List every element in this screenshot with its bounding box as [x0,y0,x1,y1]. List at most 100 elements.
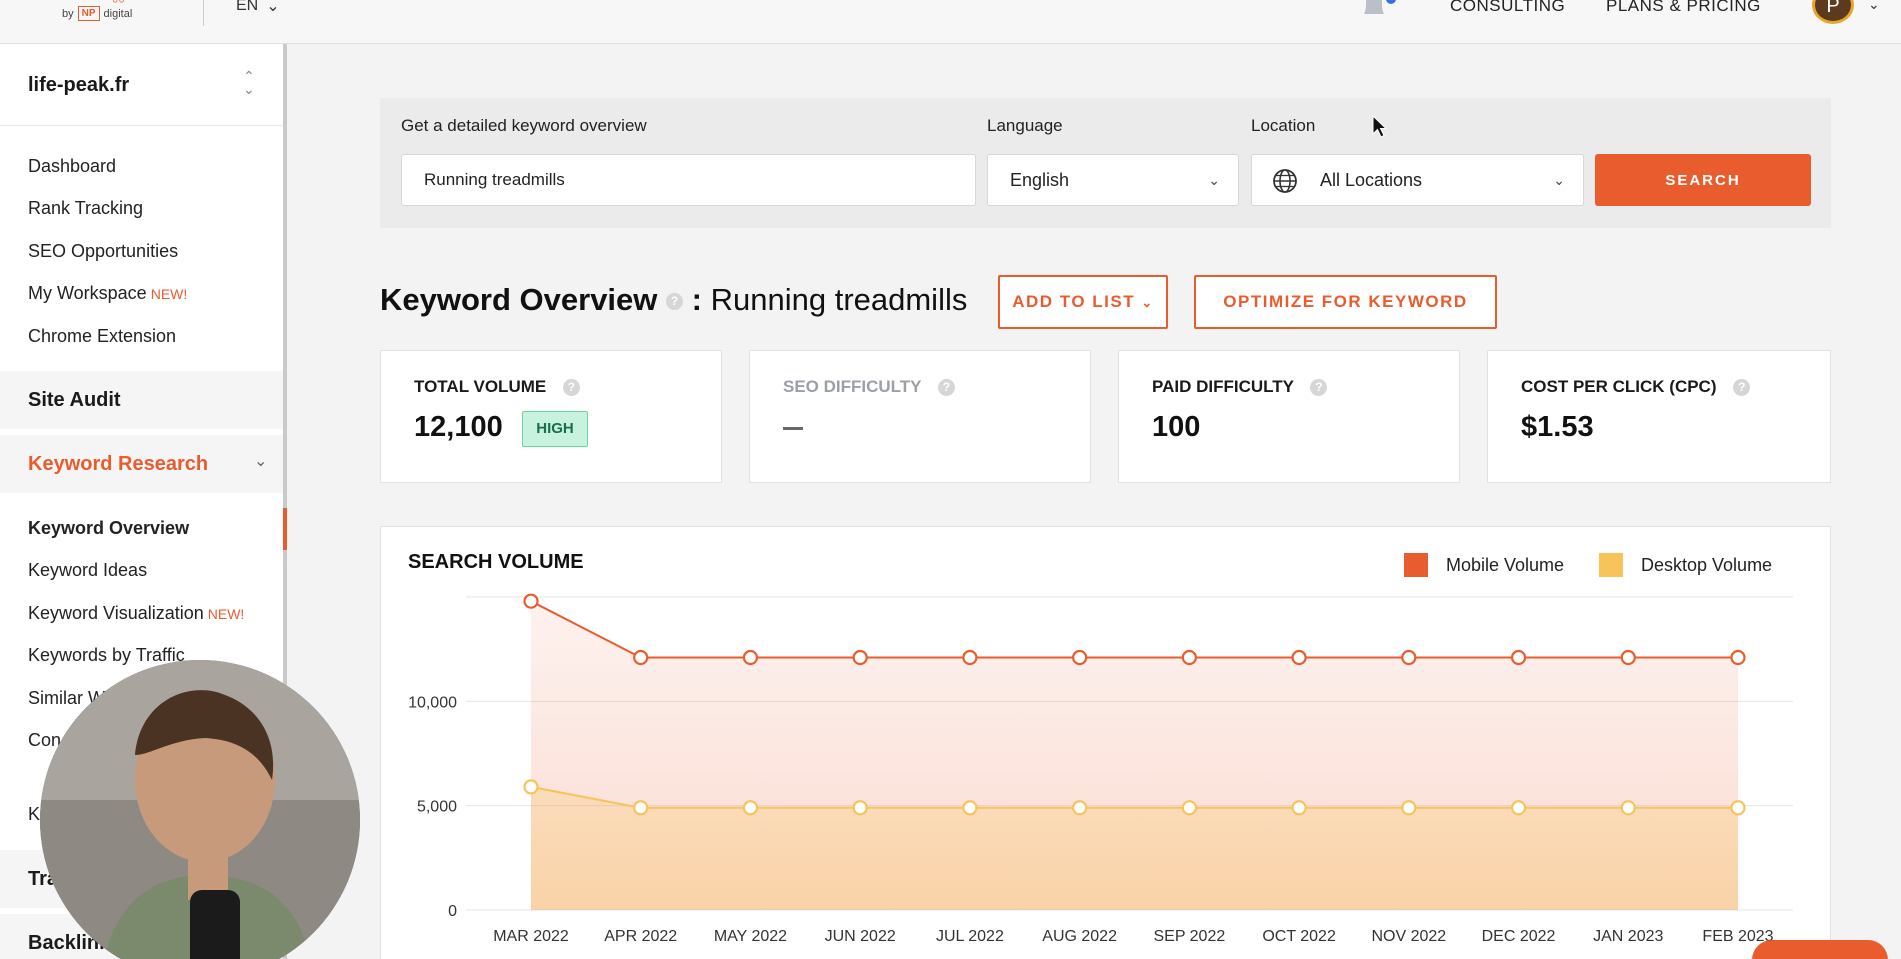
legend-label-desktop: Desktop Volume [1641,554,1773,575]
new-badge: NEW! [150,286,188,302]
keyword-input[interactable] [401,154,976,206]
chat-button[interactable] [1752,940,1888,959]
webcam-overlay [40,660,360,959]
help-icon[interactable]: ? [562,379,580,397]
data-point-mobile [1510,649,1527,666]
sidebar-item-label: Con [28,730,62,750]
sidebar-item-seo-opportunities[interactable]: SEO Opportunities [28,241,178,262]
help-icon[interactable]: ? [1310,379,1328,397]
metric-label: COST PER CLICK (CPC) ? [1521,377,1751,397]
location-select-value: All Locations [1320,170,1423,190]
data-point-mobile [1401,649,1417,666]
sidebar-item-label: Dashboard [28,156,117,176]
data-point-mobile [742,649,759,666]
data-point-mobile [523,593,539,609]
logo-by: by [62,7,74,20]
chevron-down-icon[interactable]: ⌄ [1868,0,1880,13]
keyword-search-panel: Get a detailed keyword overview Language… [380,98,1831,228]
keyword-input-label: Get a detailed keyword overview [401,116,647,135]
sidebar-item-dashboard[interactable]: Dashboard [28,156,116,177]
project-selector[interactable]: life-peak.fr ⌃ ⌄ [0,44,283,126]
legend-label-mobile: Mobile Volume [1446,554,1565,575]
chevron-down-icon: ⌄ [266,0,280,15]
data-point-desktop [1510,800,1527,816]
page-title: Keyword Overview ? : Running treadmills [380,282,967,318]
sidebar-item-keyword-ideas[interactable]: Keyword Ideas [28,560,147,581]
legend-swatch-desktop [1599,553,1623,577]
sidebar-item-k[interactable]: K [28,804,40,825]
help-icon[interactable]: ? [666,293,684,311]
x-tick-label: AUG 2022 [1042,928,1117,945]
search-button[interactable]: SEARCH [1595,154,1811,206]
sidebar-item-label: Rank Tracking [28,198,144,218]
location-select[interactable]: All Locations ⌄ [1251,154,1584,206]
sidebar-item-my-workspace[interactable]: My Workspace NEW! [28,283,187,304]
chevron-down-icon: ⌄ [1553,172,1565,188]
metric-label: SEO DIFFICULTY ? [783,377,955,397]
data-point-desktop [962,800,978,816]
chevron-down-icon: ⌄ [1208,172,1220,188]
chevron-down-icon[interactable]: ⌄ [254,451,267,471]
data-point-desktop [1620,800,1636,816]
help-icon[interactable]: ? [1733,379,1751,397]
sidebar-item-label: My Workspace [28,283,147,303]
keyword-research-label[interactable]: Keyword Research [28,453,208,476]
sidebar-item-keywords-by-traffic[interactable]: Keywords by Traffic [28,645,185,666]
data-point-mobile [962,649,978,666]
mouse-cursor-icon [1372,115,1388,138]
sidebar-item-label: Chrome Extension [28,326,177,346]
search-volume-card: 0 5,000 10,000 MAR 2022 APR 2022 MAY 2022 JUN … [380,526,1831,959]
legend-swatch-mobile [1404,553,1428,577]
data-point-mobile [1072,649,1088,666]
sidebar-item-keyword-visualization[interactable]: Keyword Visualization NEW! [28,603,244,624]
site-audit-label[interactable]: Site Audit [28,389,121,412]
sidebar-item-label: Keywords by Traffic [28,645,185,665]
data-point-mobile [1620,649,1636,666]
avatar[interactable]: P [1812,0,1854,24]
legend-desktop[interactable]: Desktop Volume [1599,553,1772,577]
metric-paid-difficulty: PAID DIFFICULTY ? 100 [1118,350,1460,483]
data-point-mobile [1181,649,1197,666]
optimize-for-keyword-button[interactable]: OPTIMIZE FOR KEYWORD [1194,275,1497,329]
y-tick-label: 0 [448,903,457,920]
legend-mobile[interactable]: Mobile Volume [1404,553,1564,577]
x-tick-label: OCT 2022 [1262,928,1336,945]
language-select-value: English [1010,170,1070,190]
data-point-desktop [742,800,759,816]
seo-difficulty-label: SEO DIFFICULTY [783,377,922,396]
x-tick-label: NOV 2022 [1371,928,1446,945]
logo-mark: ◦◦ [112,0,125,10]
add-to-list-button[interactable]: ADD TO LIST ⌄ [998,275,1168,329]
language-switcher[interactable]: EN ⌄ [236,0,280,16]
plans-pricing-link[interactable]: PLANS & PRICING [1606,0,1761,16]
x-tick-label: JAN 2023 [1593,928,1663,945]
add-to-list-label: ADD TO LIST [1012,292,1136,311]
total-volume-value: 12,100 [414,411,503,443]
data-point-mobile [1291,649,1307,666]
active-indicator [283,508,287,550]
page-title-main: Keyword Overview [380,282,658,317]
language-select[interactable]: English ⌄ [987,154,1239,206]
language-label: Language [987,116,1063,135]
data-point-desktop [633,800,649,816]
search-volume-chart: 0 5,000 10,000 MAR 2022 APR 2022 MAY 2022 JUN … [408,593,1793,945]
data-point-mobile [1730,649,1746,666]
bell-icon[interactable] [1360,0,1388,22]
help-icon[interactable]: ? [937,379,955,397]
total-volume-label: TOTAL VOLUME [414,377,547,396]
metric-seo-difficulty: SEO DIFFICULTY ? [749,350,1091,483]
consulting-link[interactable]: CONSULTING [1450,0,1565,16]
metric-cpc: COST PER CLICK (CPC) ? $1.53 [1487,350,1831,483]
data-point-desktop [852,800,868,816]
sort-arrows-icon: ⌃ ⌄ [243,68,255,97]
chart-title: SEARCH VOLUME [408,551,584,573]
volume-badge: HIGH [522,411,588,447]
paid-difficulty-value: 100 [1152,411,1201,443]
cpc-value: $1.53 [1521,411,1594,443]
sidebar-item-keyword-overview[interactable]: Keyword Overview [28,518,189,539]
sidebar-item-chrome-extension[interactable]: Chrome Extension [28,326,176,347]
data-point-desktop [1291,800,1307,816]
sidebar-item-label: K [28,804,41,824]
divider [203,0,204,26]
sidebar-item-rank-tracking[interactable]: Rank Tracking [28,198,143,219]
